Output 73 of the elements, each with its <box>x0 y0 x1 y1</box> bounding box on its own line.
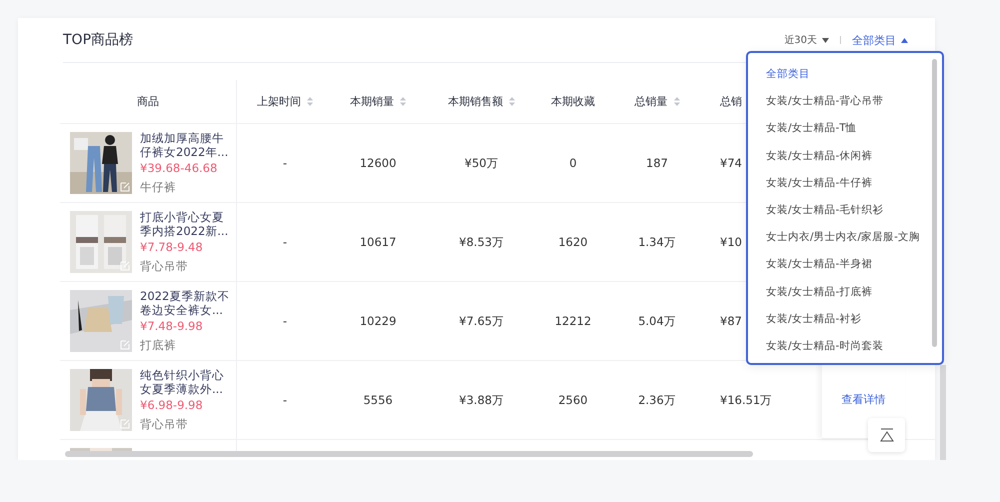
category-label: 打底裤 <box>140 338 177 353</box>
column-header: 商品 <box>137 94 159 109</box>
product-title[interactable]: 加绒加厚高腰牛仔裤女2022年... <box>140 131 232 159</box>
price-range: ¥7.48-9.98 <box>140 319 204 333</box>
category-label: 背心吊带 <box>140 417 189 432</box>
sort-icon[interactable] <box>674 97 680 106</box>
edit-icon[interactable] <box>120 340 130 350</box>
column-header[interactable]: 总销量 <box>634 94 668 109</box>
caret-icon <box>822 38 829 42</box>
table-cell: - <box>282 235 288 249</box>
table-cell: ¥3.88万 <box>459 392 504 408</box>
menu-item[interactable]: 女装/女士精品-衬衫 <box>766 306 942 333</box>
column-header[interactable]: 本期销量 <box>350 94 394 109</box>
sort-icon[interactable] <box>400 97 406 106</box>
menu-item[interactable]: 全部类目 <box>766 61 942 88</box>
view-details-link[interactable]: 查看详情 <box>842 392 886 406</box>
table-cell: ¥74 <box>720 156 742 170</box>
menu-scrollbar[interactable] <box>932 59 937 347</box>
table-cell: 0 <box>569 156 577 170</box>
sort-icon[interactable] <box>509 97 515 106</box>
table-cell: - <box>282 393 288 407</box>
product-title[interactable]: 纯色针织小背心女夏季薄款外... <box>140 368 232 396</box>
category-label: 背心吊带 <box>140 259 189 274</box>
edit-icon[interactable] <box>120 419 130 429</box>
menu-item[interactable]: 女装/女士精品-半身裙 <box>766 251 942 278</box>
table-cell: 10229 <box>360 314 396 328</box>
product-title[interactable]: 打底小背心女夏季内搭2022新... <box>140 210 232 238</box>
table-cell: 5.04万 <box>638 314 676 328</box>
menu-item[interactable]: 女装/女士精品-牛仔裤 <box>766 170 942 197</box>
table-cell: 1.34万 <box>638 234 676 250</box>
menu-item[interactable]: 女装/女士精品-休闲裤 <box>766 142 942 170</box>
column-header: 总销 <box>720 94 742 109</box>
menu-item[interactable]: 女士内衣/男士内衣/家居服-文胸 <box>766 224 942 252</box>
edit-icon[interactable] <box>120 182 130 192</box>
table-cell: ¥10 <box>720 235 742 249</box>
table-cell: ¥8.53万 <box>459 234 504 250</box>
menu-item[interactable]: 女装/女士精品-时尚套装 <box>766 332 942 360</box>
table-cell: ¥16.51万 <box>720 392 772 408</box>
table-cell: ¥50万 <box>464 156 498 170</box>
price-range: ¥7.78-9.48 <box>140 240 204 254</box>
category-label: 牛仔裤 <box>140 180 177 195</box>
table-cell: - <box>282 156 288 170</box>
menu-item[interactable]: 女装/女士精品-背心吊带 <box>766 88 942 116</box>
filter-dropdown[interactable]: 全部类目 <box>852 32 908 48</box>
table-cell: 12212 <box>554 314 592 328</box>
back-to-top-button[interactable] <box>868 418 905 452</box>
column-header: 本期收藏 <box>551 94 595 109</box>
product-title[interactable]: 2022夏季新款不卷边安全裤女... <box>140 289 232 317</box>
back-to-top-icon <box>880 428 894 442</box>
menu-item[interactable]: 女装/女士精品-毛针织衫 <box>766 196 942 224</box>
vertical-scrollbar[interactable] <box>940 365 946 460</box>
table-cell: 10617 <box>360 235 396 249</box>
card-title: TOP商品榜 <box>63 31 134 49</box>
menu-item[interactable]: 女装/女士精品-T恤 <box>766 115 942 143</box>
table-cell: ¥7.65万 <box>459 314 504 328</box>
sort-icon[interactable] <box>307 97 313 106</box>
table-cell: 187 <box>646 156 668 170</box>
table-cell: 2.36万 <box>638 392 676 408</box>
price-range: ¥39.68-46.68 <box>140 161 218 175</box>
edit-icon[interactable] <box>120 261 130 271</box>
horizontal-scrollbar[interactable] <box>65 451 753 457</box>
table-cell: 2560 <box>558 393 588 407</box>
table-cell: 1620 <box>558 235 588 249</box>
table-cell: - <box>282 314 288 328</box>
filter-dropdown[interactable]: 近30天 <box>784 33 829 47</box>
column-header[interactable]: 上架时间 <box>257 94 301 109</box>
table-cell: 12600 <box>360 156 396 170</box>
table-cell: 5556 <box>363 393 393 407</box>
table-cell: ¥87 <box>720 314 742 328</box>
price-range: ¥6.98-9.98 <box>140 398 204 412</box>
column-header[interactable]: 本期销售额 <box>448 94 503 109</box>
caret-icon <box>901 38 908 42</box>
menu-item[interactable]: 女装/女士精品-打底裤 <box>766 278 942 306</box>
